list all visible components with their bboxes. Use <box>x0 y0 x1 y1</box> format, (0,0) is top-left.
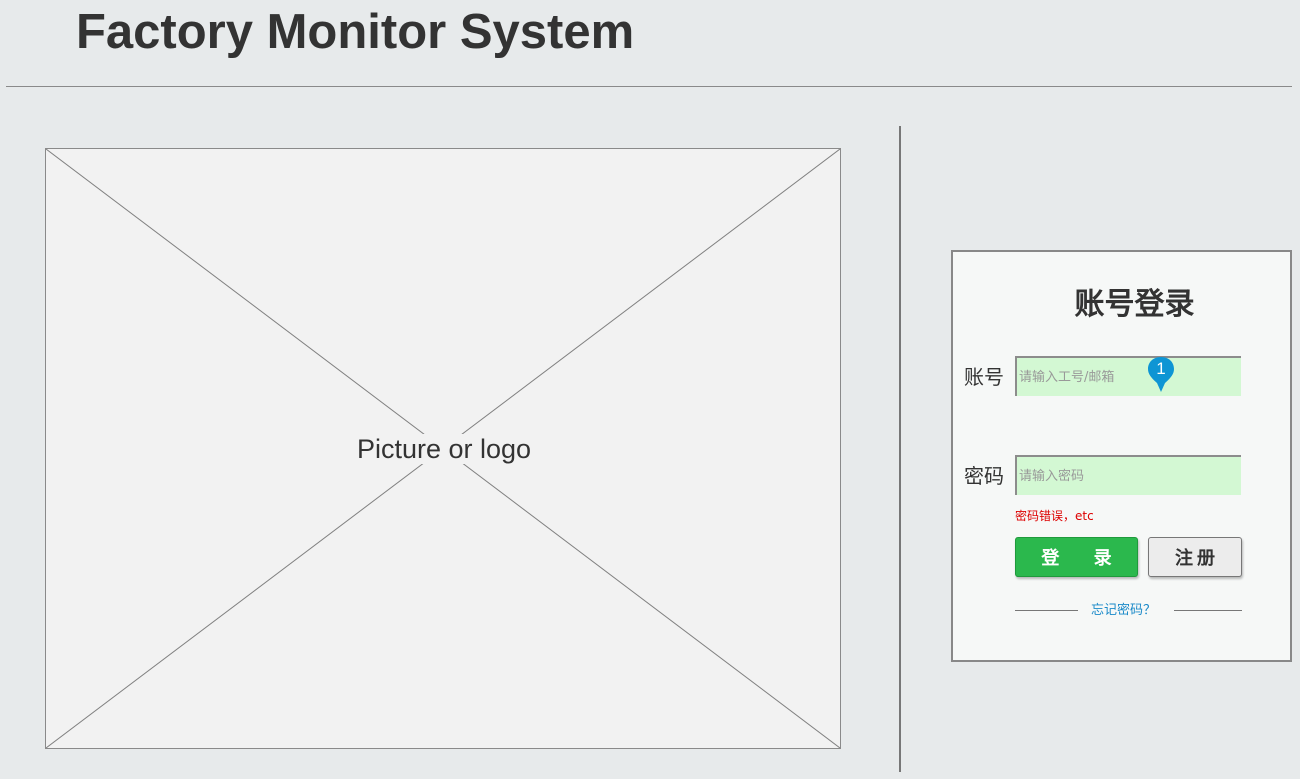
password-label: 密码 <box>964 464 1004 488</box>
annotation-marker: 1 <box>1146 356 1176 396</box>
vertical-divider <box>899 126 901 772</box>
picture-placeholder: Picture or logo <box>45 148 841 749</box>
error-message: 密码错误，etc <box>1015 509 1094 523</box>
page-title: Factory Monitor System <box>76 5 635 59</box>
account-input[interactable] <box>1015 356 1241 396</box>
register-button[interactable]: 注册 <box>1148 537 1242 577</box>
picture-placeholder-label: Picture or logo <box>344 434 544 464</box>
login-panel: 账号登录 账号 1 密码 密码错误，etc 登 录 注册 忘记密码？ <box>951 250 1292 662</box>
forgot-password-link[interactable]: 忘记密码？ <box>1091 602 1156 619</box>
annotation-marker-number: 1 <box>1156 359 1166 378</box>
forgot-divider-right <box>1174 610 1242 611</box>
forgot-divider-left <box>1015 610 1078 611</box>
login-title: 账号登录 <box>1074 287 1195 322</box>
password-input[interactable] <box>1015 455 1241 495</box>
login-button[interactable]: 登 录 <box>1015 537 1138 577</box>
account-label: 账号 <box>964 365 1004 389</box>
header-divider <box>6 86 1292 87</box>
